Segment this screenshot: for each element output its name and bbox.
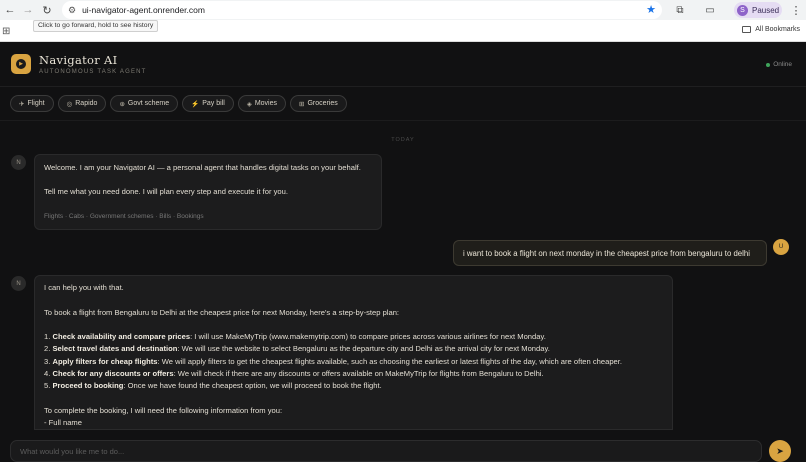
chip-label: Pay bill: [202, 100, 225, 107]
chip-pay-bill[interactable]: ⚡ Pay bill: [182, 95, 234, 112]
forward-arrow-icon: →: [22, 4, 34, 16]
chip-govt-scheme[interactable]: ⊕ Govt scheme: [110, 95, 179, 112]
app-header: ▶ Navigator AI AUTONOMOUS TASK AGENT Onl…: [0, 42, 806, 87]
site-info-icon[interactable]: ⚙: [68, 5, 76, 16]
divider: [0, 120, 806, 121]
plan-steps-list: 1. Check availability and compare prices…: [44, 331, 663, 392]
agent-reply-message: I can help you with that. To book a flig…: [34, 275, 673, 430]
user-message: i want to book a flight on next monday i…: [453, 240, 767, 266]
info-request: To complete the booking, I will need the…: [44, 405, 283, 415]
chip-label: Flight: [27, 100, 45, 107]
kebab-menu-icon: ⋮: [790, 4, 802, 17]
plane-icon: ✈: [19, 100, 25, 108]
puzzle-icon: ⧉: [676, 4, 684, 16]
status-indicator: Online: [766, 61, 792, 68]
back-button[interactable]: ←: [0, 0, 20, 20]
plan-step: 1. Check availability and compare prices…: [44, 332, 546, 342]
status-label: Online: [773, 61, 792, 68]
browser-toolbar: ← → ↻ ⚙ ui-navigator-agent.onrender.com …: [0, 0, 806, 20]
chip-label: Groceries: [307, 100, 338, 107]
info-item: - Full name: [44, 418, 82, 428]
app-title: Navigator AI: [39, 53, 118, 67]
chip-flight[interactable]: ✈ Flight: [10, 95, 54, 112]
profile-button[interactable]: S Paused: [734, 2, 782, 18]
forward-tooltip: Click to go forward, hold to see history: [33, 20, 159, 32]
address-bar[interactable]: ⚙ ui-navigator-agent.onrender.com ★: [62, 1, 662, 19]
welcome-message: Welcome. I am your Navigator AI — a pers…: [34, 154, 382, 230]
plan-step: 3. Apply filters for cheap flights: We w…: [44, 356, 622, 366]
plan-step: 5. Proceed to booking: Once we have foun…: [44, 381, 382, 391]
welcome-tags: Flights · Cabs · Government schemes · Bi…: [44, 212, 204, 220]
reply-summary: To book a flight from Bengaluru to Delhi…: [44, 307, 400, 317]
extensions-button[interactable]: ⧉: [670, 0, 690, 20]
chip-label: Rapido: [75, 100, 98, 107]
message-input-bar: [10, 440, 762, 462]
date-divider: TODAY: [391, 137, 415, 143]
plan-step: 4. Check for any discounts or offers: We…: [44, 369, 544, 379]
reload-icon: ↻: [42, 4, 52, 17]
bot-avatar: N: [11, 155, 26, 170]
message-input[interactable]: [11, 441, 761, 462]
user-message-text: i want to book a flight on next monday i…: [463, 248, 750, 258]
app-logo: ▶: [11, 54, 31, 74]
welcome-line-1: Welcome. I am your Navigator AI — a pers…: [44, 163, 361, 172]
welcome-line-2: Tell me what you need done. I will plan …: [44, 187, 288, 197]
apps-grid-icon[interactable]: ⊞: [2, 26, 10, 37]
app-root: ▶ Navigator AI AUTONOMOUS TASK AGENT Onl…: [0, 42, 806, 462]
all-bookmarks-label: All Bookmarks: [755, 26, 800, 33]
chip-rapido[interactable]: ◎ Rapido: [57, 95, 107, 112]
bookmark-star-icon[interactable]: ★: [646, 3, 656, 16]
app-subtitle: AUTONOMOUS TASK AGENT: [39, 69, 147, 75]
back-arrow-icon: ←: [4, 4, 16, 16]
cast-icon: ▭: [705, 4, 715, 16]
chip-label: Movies: [254, 100, 277, 107]
folder-icon: [742, 26, 752, 33]
send-arrow-icon: ➤: [776, 445, 784, 456]
cast-button[interactable]: ▭: [700, 0, 720, 20]
chip-movies[interactable]: ◈ Movies: [237, 95, 286, 112]
reload-button[interactable]: ↻: [37, 0, 57, 20]
profile-status: Paused: [752, 5, 780, 15]
target-icon: ◎: [66, 100, 73, 108]
chip-groceries[interactable]: ⊞ Groceries: [290, 95, 347, 112]
chip-label: Govt scheme: [127, 100, 170, 107]
url-text[interactable]: ui-navigator-agent.onrender.com: [82, 5, 205, 15]
profile-avatar: S: [737, 4, 748, 16]
all-bookmarks-button[interactable]: All Bookmarks: [742, 26, 800, 33]
forward-button[interactable]: →: [18, 0, 38, 20]
bot-avatar: N: [11, 276, 26, 291]
online-dot-icon: [766, 62, 771, 67]
play-icon: ▶: [16, 59, 26, 69]
quick-action-chips: ✈ Flight ◎ Rapido ⊕ Govt scheme ⚡ Pay bill ◈…: [10, 95, 347, 112]
browser-menu-button[interactable]: ⋮: [788, 0, 804, 20]
grid-icon: ⊞: [299, 100, 305, 108]
plan-step: 2. Select travel dates and destination: …: [44, 344, 550, 354]
lightning-icon: ⚡: [191, 100, 200, 108]
globe-icon: ⊕: [119, 100, 125, 108]
user-avatar: U: [773, 239, 789, 255]
send-button[interactable]: ➤: [769, 440, 791, 462]
diamond-icon: ◈: [246, 100, 252, 108]
reply-intro: I can help you with that.: [44, 283, 124, 292]
